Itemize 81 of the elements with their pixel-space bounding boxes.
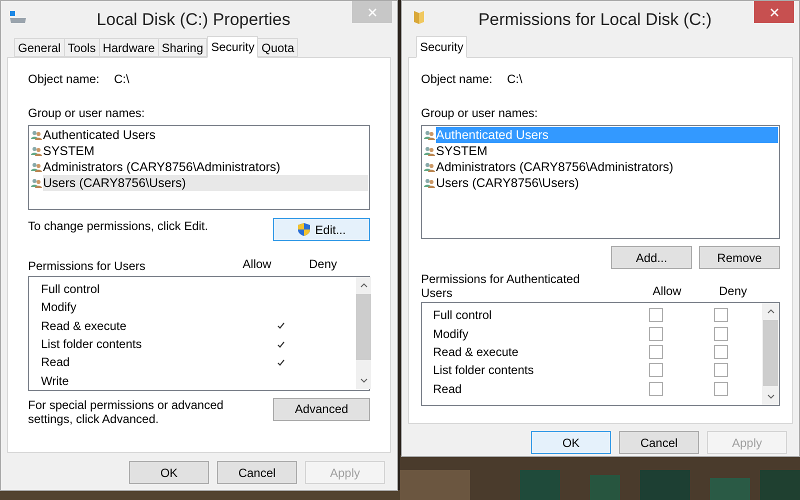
permission-name: Read & execute xyxy=(41,318,128,335)
groups-label: Group or user names: xyxy=(421,105,539,122)
users-icon xyxy=(31,130,42,140)
permissions-label: Permissions for Users xyxy=(28,259,146,273)
user-list-item[interactable]: Authenticated Users xyxy=(43,127,368,143)
deny-checkbox[interactable] xyxy=(714,344,728,359)
scroll-down-icon[interactable] xyxy=(766,394,774,399)
tab[interactable]: Quota xyxy=(257,38,298,57)
drive-icon xyxy=(9,10,27,24)
permission-name: List folder contents xyxy=(41,336,143,354)
dialog-button[interactable]: Remove xyxy=(699,246,780,269)
allow-checkbox[interactable] xyxy=(649,344,663,359)
dialog-button[interactable]: OK xyxy=(129,461,209,484)
folder-icon xyxy=(412,9,426,25)
user-list-item[interactable]: Users (CARY8756\Users) xyxy=(43,175,368,191)
users-icon xyxy=(31,178,42,188)
permission-name: Read & execute xyxy=(433,344,520,361)
deny-checkbox[interactable] xyxy=(714,382,728,396)
allow-checkbox[interactable] xyxy=(649,326,663,341)
users-icon xyxy=(424,130,435,140)
scroll-up-icon[interactable] xyxy=(360,283,368,288)
allow-checkbox[interactable] xyxy=(649,382,663,396)
tab[interactable]: Hardware xyxy=(98,38,159,57)
object-name-label: Object name: xyxy=(421,71,494,88)
tab[interactable]: Tools xyxy=(64,38,100,57)
deny-checkbox[interactable] xyxy=(714,363,728,378)
column-header: Allow xyxy=(242,256,272,273)
dialog-button[interactable]: OK xyxy=(531,431,611,454)
scrollbar[interactable] xyxy=(356,277,371,389)
permission-name: List folder contents xyxy=(433,362,535,380)
tab[interactable]: General xyxy=(14,38,65,57)
object-name-value: C:\ xyxy=(507,71,522,88)
object-name-value: C:\ xyxy=(114,71,130,88)
close-icon xyxy=(770,8,778,16)
deny-checkbox[interactable] xyxy=(714,326,728,341)
column-header: Deny xyxy=(308,256,338,273)
scroll-thumb[interactable] xyxy=(763,320,778,386)
user-list-item[interactable]: Users (CARY8756\Users) xyxy=(436,175,778,191)
shield-icon xyxy=(297,222,312,237)
permissions-label: Permissions for Authenticated Users xyxy=(421,272,581,300)
groups-label: Group or user names: xyxy=(28,105,146,122)
column-header: Allow xyxy=(652,283,682,300)
scroll-down-icon[interactable] xyxy=(360,378,368,383)
permission-name: Modify xyxy=(41,299,78,316)
tab[interactable]: Security xyxy=(416,36,468,58)
close-icon xyxy=(368,8,376,16)
permission-name: Full control xyxy=(41,281,101,298)
advanced-hint: For special permissions or advanced settings, click Advanced. xyxy=(28,398,224,426)
permission-name: Write xyxy=(41,372,70,390)
tab[interactable]: Sharing xyxy=(158,38,208,57)
scroll-thumb[interactable] xyxy=(356,294,371,360)
allow-checkbox[interactable] xyxy=(649,363,663,378)
user-list-item[interactable]: Administrators (CARY8756\Administrators) xyxy=(436,159,778,175)
dialog-button[interactable]: Cancel xyxy=(217,461,297,484)
permission-name: Read xyxy=(433,380,463,398)
user-list-item[interactable]: Administrators (CARY8756\Administrators) xyxy=(43,159,368,175)
permission-name: Full control xyxy=(433,307,493,324)
column-header: Deny xyxy=(718,283,748,300)
scroll-up-icon[interactable] xyxy=(766,309,774,314)
dialog-button[interactable]: Advanced xyxy=(273,398,370,421)
permission-name: Read xyxy=(41,354,71,372)
deny-checkbox[interactable] xyxy=(714,308,728,322)
window-title: Permissions for Local Disk (C:) xyxy=(477,9,713,31)
dialog-button[interactable]: Cancel xyxy=(619,431,699,454)
object-name-label: Object name: xyxy=(28,71,100,88)
permission-name: Modify xyxy=(433,326,470,343)
users-icon xyxy=(31,146,42,156)
users-icon xyxy=(424,178,435,188)
edit-hint: To change permissions, click Edit. xyxy=(28,218,210,235)
tab[interactable]: Security xyxy=(207,36,258,58)
users-icon xyxy=(31,162,42,172)
users-icon xyxy=(424,146,435,156)
dialog-button[interactable]: Edit... xyxy=(273,218,370,241)
window-title: Local Disk (C:) Properties xyxy=(96,9,292,31)
user-list-item[interactable]: SYSTEM xyxy=(436,143,778,159)
dialog-button[interactable]: Add... xyxy=(611,246,692,269)
scrollbar[interactable] xyxy=(762,303,779,405)
user-list-item[interactable]: SYSTEM xyxy=(43,143,368,159)
close-button[interactable] xyxy=(754,1,794,23)
allow-checkbox[interactable] xyxy=(649,308,663,322)
users-icon xyxy=(424,162,435,172)
